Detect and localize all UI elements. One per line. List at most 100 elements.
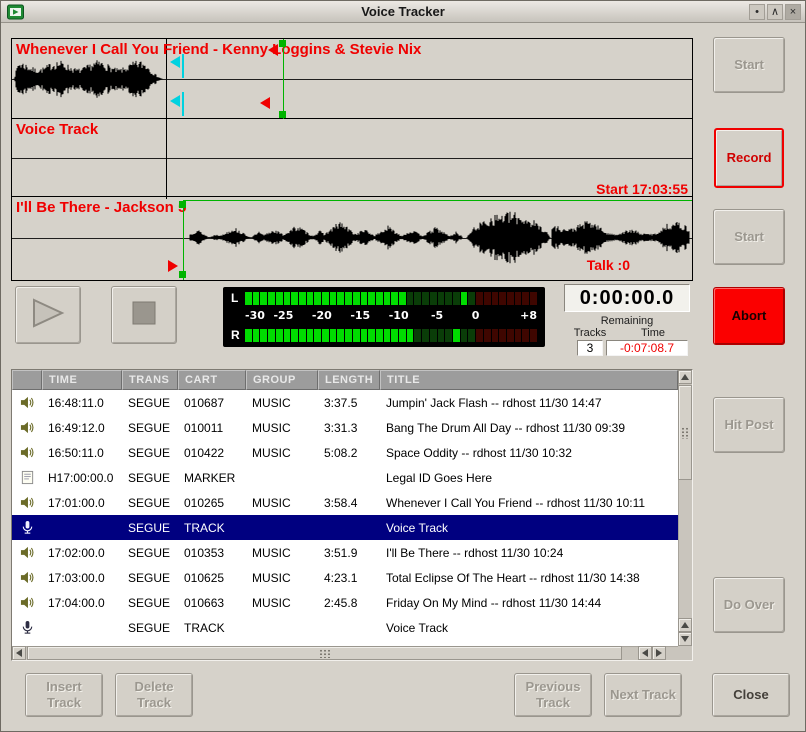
log-cell-group: MUSIC (246, 590, 318, 615)
track3-start-line[interactable] (183, 200, 184, 280)
speaker-icon (12, 540, 42, 565)
track3-level-line (183, 200, 692, 201)
remaining-tracks-value: 3 (577, 340, 603, 356)
scroll-down-icon[interactable] (678, 632, 692, 646)
meter-right-segments (245, 329, 537, 342)
log-cell-trans: SEGUE (122, 515, 178, 540)
horizontal-scrollbar[interactable] (12, 646, 678, 660)
track-start-line[interactable] (166, 39, 167, 199)
speaker-icon (12, 440, 42, 465)
segue-marker-handle[interactable] (279, 111, 286, 118)
meter-left-segments (245, 292, 537, 305)
centerline (12, 238, 692, 239)
log-cell-title: Voice Track (380, 615, 678, 640)
log-cell-title: Legal ID Goes Here (380, 465, 678, 490)
previous-track-button[interactable]: Previous Track (514, 673, 592, 717)
log-cell-cart: 010422 (178, 440, 246, 465)
remaining-time-value: -0:07:08.7 (606, 340, 688, 356)
hit-post-button[interactable]: Hit Post (713, 397, 785, 453)
remaining-tracks-label: Tracks (564, 327, 616, 339)
record-button[interactable]: Record (714, 128, 784, 188)
log-cell-time: 17:04:00.0 (42, 590, 122, 615)
next-track-button[interactable]: Next Track (604, 673, 682, 717)
log-row[interactable]: 17:04:00.0 SEGUE 010663 MUSIC 2:45.8 Fri… (12, 590, 678, 615)
vertical-scrollbar[interactable] (678, 370, 692, 646)
log-cell-group (246, 615, 318, 640)
talk-marker-bar[interactable] (182, 54, 184, 78)
start-button-1[interactable]: Start (713, 37, 785, 93)
speaker-icon (12, 590, 42, 615)
close-icon[interactable]: × (785, 4, 801, 20)
log-rows: 16:48:11.0 SEGUE 010687 MUSIC 3:37.5 Jum… (12, 390, 678, 646)
shade-icon[interactable]: ∧ (767, 4, 783, 20)
log-row[interactable]: SEGUE TRACK Voice Track (12, 615, 678, 640)
talk-marker-icon[interactable] (170, 56, 180, 68)
log-cell-trans: SEGUE (122, 540, 178, 565)
scroll-right-icon[interactable] (652, 646, 666, 660)
voice-tracker-window: Voice Tracker • ∧ × Whenever I Call You … (0, 0, 806, 732)
log-row[interactable]: 17:01:00.0 SEGUE 010265 MUSIC 3:58.4 Whe… (12, 490, 678, 515)
titlebar[interactable]: Voice Tracker • ∧ × (1, 1, 805, 23)
log-cell-title: Space Oddity -- rdhost 11/30 10:32 (380, 440, 678, 465)
track-panel-2[interactable]: Voice Track Start 17:03:55 (12, 119, 692, 197)
log-header-time: TIME (42, 370, 122, 390)
track3-marker-handle[interactable] (179, 201, 186, 208)
log-row[interactable]: 17:02:00.0 SEGUE 010353 MUSIC 3:51.9 I'l… (12, 540, 678, 565)
log-row[interactable]: 17:03:00.0 SEGUE 010625 MUSIC 4:23.1 Tot… (12, 565, 678, 590)
track3-fade-marker-icon[interactable] (168, 260, 178, 272)
segue-end-line[interactable] (283, 39, 284, 119)
log-cell-group: MUSIC (246, 390, 318, 415)
log-row[interactable]: SEGUE TRACK Voice Track (12, 515, 678, 540)
log-cell-trans: SEGUE (122, 440, 178, 465)
scroll-up-icon[interactable] (678, 618, 692, 632)
segue-marker-handle[interactable] (279, 40, 286, 47)
log-cell-cart: 010353 (178, 540, 246, 565)
log-cell-time (42, 615, 122, 640)
log-row[interactable]: 16:49:12.0 SEGUE 010011 MUSIC 3:31.3 Ban… (12, 415, 678, 440)
voice-track-start-time: Start 17:03:55 (596, 181, 688, 197)
log-cell-trans: SEGUE (122, 465, 178, 490)
track-panel-3[interactable]: I'll Be There - Jackson 5 Talk :0 (12, 197, 692, 278)
log-cell-time (42, 515, 122, 540)
scroll-left-icon[interactable] (12, 646, 26, 660)
log-header-length: LENGTH (318, 370, 380, 390)
log-cell-trans: SEGUE (122, 490, 178, 515)
window-title: Voice Tracker (1, 4, 805, 19)
play-icon (28, 297, 68, 334)
vertical-scroll-thumb[interactable] (678, 385, 692, 480)
close-button[interactable]: Close (712, 673, 790, 717)
log-cell-group: MUSIC (246, 415, 318, 440)
fade-marker-icon[interactable] (260, 97, 270, 109)
talk-marker-icon[interactable] (170, 95, 180, 107)
log-row[interactable]: 16:48:11.0 SEGUE 010687 MUSIC 3:37.5 Jum… (12, 390, 678, 415)
track-2-label: Voice Track (16, 121, 98, 138)
log-cell-cart: 010265 (178, 490, 246, 515)
log-cell-group (246, 465, 318, 490)
log-header: TIME TRANS CART GROUP LENGTH TITLE (12, 370, 678, 390)
log-header-cart: CART (178, 370, 246, 390)
log-cell-cart: 010011 (178, 415, 246, 440)
log-row[interactable]: H17:00:00.0 SEGUE MARKER Legal ID Goes H… (12, 465, 678, 490)
log-cell-title: Voice Track (380, 515, 678, 540)
speaker-icon (12, 415, 42, 440)
stick-icon[interactable]: • (749, 4, 765, 20)
scroll-up-icon[interactable] (678, 370, 692, 384)
log-cell-cart: MARKER (178, 465, 246, 490)
track3-marker-handle[interactable] (179, 271, 186, 278)
horizontal-scroll-thumb[interactable] (27, 646, 622, 660)
log-row[interactable]: 16:50:11.0 SEGUE 010422 MUSIC 5:08.2 Spa… (12, 440, 678, 465)
scroll-left-icon[interactable] (638, 646, 652, 660)
delete-track-button[interactable]: Delete Track (115, 673, 193, 717)
start-button-2[interactable]: Start (713, 209, 785, 265)
play-button[interactable] (15, 286, 81, 344)
stop-button[interactable] (111, 286, 177, 344)
insert-track-button[interactable]: Insert Track (25, 673, 103, 717)
talk-marker-bar[interactable] (182, 92, 184, 116)
track-3-label: I'll Be There - Jackson 5 (16, 199, 186, 216)
centerline (12, 79, 692, 80)
do-over-button[interactable]: Do Over (713, 577, 785, 633)
log-header-group: GROUP (246, 370, 318, 390)
track-panel-1[interactable]: Whenever I Call You Friend - Kenny Loggi… (12, 39, 692, 119)
abort-button[interactable]: Abort (713, 287, 785, 345)
fade-marker-icon[interactable] (268, 44, 278, 56)
